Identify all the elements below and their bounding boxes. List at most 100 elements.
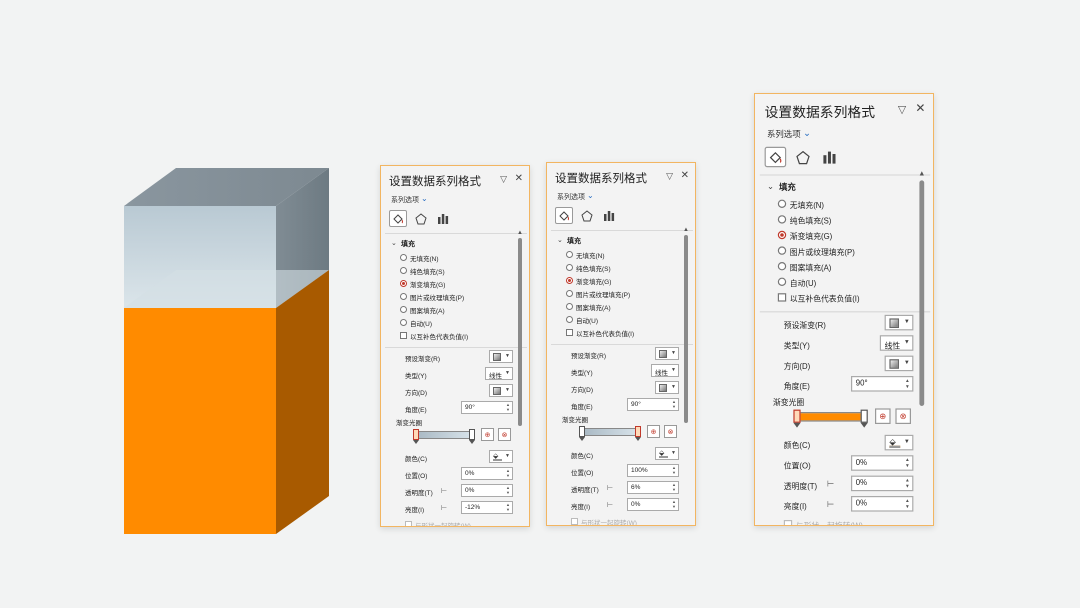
series-options-dropdown[interactable]: 系列选项 ⌄ (381, 194, 529, 208)
fill-option-pattern[interactable]: 图案填充(A) (755, 258, 933, 274)
scroll-up-icon[interactable]: ▲ (918, 171, 925, 178)
radio-button[interactable] (400, 306, 407, 313)
gradient-preview-bar[interactable] (581, 428, 639, 436)
spinner-arrows-icon[interactable]: ▲ ▼ (905, 477, 910, 489)
series-options-dropdown[interactable]: 系列选项 ⌄ (755, 128, 933, 145)
brightness-spinner[interactable]: -12% ▲ ▼ (461, 501, 513, 514)
radio-button[interactable] (566, 251, 573, 258)
angle-spinner[interactable]: 90° ▲ ▼ (851, 376, 914, 392)
close-icon[interactable]: ✕ (681, 170, 689, 181)
radio-button[interactable] (566, 264, 573, 271)
add-stop-button[interactable]: ⊕ (875, 408, 891, 424)
fill-line-tab[interactable] (764, 146, 787, 168)
color-picker-button[interactable]: ⬙ ▼ (884, 434, 914, 451)
remove-stop-button[interactable]: ⊗ (895, 408, 911, 424)
remove-stop-button[interactable]: ⊗ (664, 425, 677, 438)
direction-dropdown[interactable]: ▼ (489, 384, 513, 397)
radio-button[interactable] (400, 319, 407, 326)
series-options-dropdown[interactable]: 系列选项 ⌄ (547, 191, 695, 205)
gradient-stop-left[interactable] (793, 409, 801, 428)
type-dropdown[interactable]: 线性 ▼ (485, 367, 513, 380)
slider-icon[interactable]: ⊢ (607, 484, 613, 492)
fill-option-auto[interactable]: 自动(U) (547, 313, 695, 326)
type-dropdown[interactable]: 线性 ▼ (651, 364, 679, 377)
radio-button[interactable] (566, 303, 573, 310)
fill-option-pattern[interactable]: 图案填充(A) (381, 303, 529, 316)
slider-icon[interactable]: ⊢ (827, 479, 834, 488)
fill-option-picture[interactable]: 图片或纹理填充(P) (381, 290, 529, 303)
checkbox[interactable] (777, 293, 787, 302)
spinner-arrows-icon[interactable]: ▲ ▼ (905, 377, 910, 389)
fill-section-header[interactable]: ⌄ 填充 (381, 237, 529, 251)
slider-icon[interactable]: ⊢ (827, 500, 834, 509)
fill-option-auto[interactable]: 自动(U) (755, 274, 933, 290)
position-spinner[interactable]: 0% ▲ ▼ (461, 467, 513, 480)
add-stop-button[interactable]: ⊕ (481, 428, 494, 441)
radio-button[interactable] (777, 215, 787, 224)
rotate-with-shape-option[interactable]: 与形状一起旋转(W) (381, 518, 529, 526)
radio-button[interactable] (777, 246, 787, 255)
remove-stop-button[interactable]: ⊗ (498, 428, 511, 441)
radio-button-selected[interactable] (777, 230, 787, 240)
invert-negative-option[interactable]: 以互补色代表负值(I) (755, 290, 933, 306)
fill-option-pattern[interactable]: 图案填充(A) (547, 300, 695, 313)
preset-gradient-dropdown[interactable]: ▼ (884, 314, 914, 331)
radio-button[interactable] (777, 277, 787, 286)
chevron-down-icon[interactable]: ▽ (500, 174, 507, 185)
gradient-preview-bar[interactable] (795, 412, 866, 422)
brightness-spinner[interactable]: 0% ▲ ▼ (627, 498, 679, 511)
effects-tab[interactable] (792, 147, 814, 167)
fill-option-gradient[interactable]: 渐变填充(G) (381, 277, 529, 290)
fill-option-none[interactable]: 无填充(N) (755, 196, 933, 212)
fill-option-none[interactable]: 无填充(N) (547, 248, 695, 261)
radio-button-selected[interactable] (566, 277, 573, 284)
fill-option-solid[interactable]: 纯色填充(S) (547, 261, 695, 274)
spinner-arrows-icon[interactable]: ▲ ▼ (506, 502, 510, 512)
spinner-arrows-icon[interactable]: ▲ ▼ (672, 482, 676, 492)
add-stop-button[interactable]: ⊕ (647, 425, 660, 438)
gradient-stop-left[interactable] (413, 429, 419, 444)
rotate-with-shape-option[interactable]: 与形状一起旋转(W) (547, 515, 695, 525)
type-dropdown[interactable]: 线性 ▼ (879, 335, 914, 351)
direction-dropdown[interactable]: ▼ (655, 381, 679, 394)
scroll-up-icon[interactable]: ▲ (517, 230, 523, 236)
close-icon[interactable]: ✕ (915, 102, 925, 115)
fill-option-picture[interactable]: 图片或纹理填充(P) (547, 287, 695, 300)
spinner-arrows-icon[interactable]: ▲ ▼ (905, 456, 910, 468)
spinner-arrows-icon[interactable]: ▲ ▼ (672, 465, 676, 475)
fill-option-auto[interactable]: 自动(U) (381, 316, 529, 329)
fill-section-header[interactable]: ⌄ 填充 (547, 234, 695, 248)
slider-icon[interactable]: ⊢ (441, 487, 447, 495)
transparency-spinner[interactable]: 0% ▲ ▼ (851, 475, 914, 492)
brightness-spinner[interactable]: 0% ▲ ▼ (851, 496, 914, 512)
radio-button[interactable] (400, 254, 407, 261)
series-options-tab[interactable] (819, 147, 841, 167)
fill-option-solid[interactable]: 纯色填充(S) (755, 212, 933, 228)
slider-icon[interactable]: ⊢ (441, 504, 447, 512)
invert-negative-option[interactable]: 以互补色代表负值(I) (547, 326, 695, 339)
slider-icon[interactable]: ⊢ (607, 501, 613, 509)
checkbox[interactable] (566, 329, 573, 336)
fill-line-tab[interactable] (389, 210, 407, 227)
position-spinner[interactable]: 100% ▲ ▼ (627, 464, 679, 477)
gradient-stop-right[interactable] (635, 426, 641, 441)
radio-button-selected[interactable] (400, 280, 407, 287)
checkbox[interactable] (400, 332, 407, 339)
radio-button[interactable] (566, 316, 573, 323)
spinner-arrows-icon[interactable]: ▲ ▼ (672, 399, 676, 409)
radio-button[interactable] (777, 199, 787, 208)
preset-gradient-dropdown[interactable]: ▼ (489, 350, 513, 363)
fill-option-gradient[interactable]: 渐变填充(G) (755, 227, 933, 243)
transparency-spinner[interactable]: 0% ▲ ▼ (461, 484, 513, 497)
close-icon[interactable]: ✕ (515, 173, 523, 184)
fill-option-none[interactable]: 无填充(N) (381, 251, 529, 264)
spinner-arrows-icon[interactable]: ▲ ▼ (905, 497, 910, 509)
checkbox[interactable] (783, 520, 793, 525)
position-spinner[interactable]: 0% ▲ ▼ (851, 455, 914, 471)
color-picker-button[interactable]: ⬙ ▼ (489, 450, 513, 463)
radio-button[interactable] (400, 267, 407, 274)
effects-tab[interactable] (578, 207, 596, 224)
checkbox[interactable] (405, 521, 412, 526)
invert-negative-option[interactable]: 以互补色代表负值(I) (381, 329, 529, 342)
transparency-spinner[interactable]: 6% ▲ ▼ (627, 481, 679, 494)
